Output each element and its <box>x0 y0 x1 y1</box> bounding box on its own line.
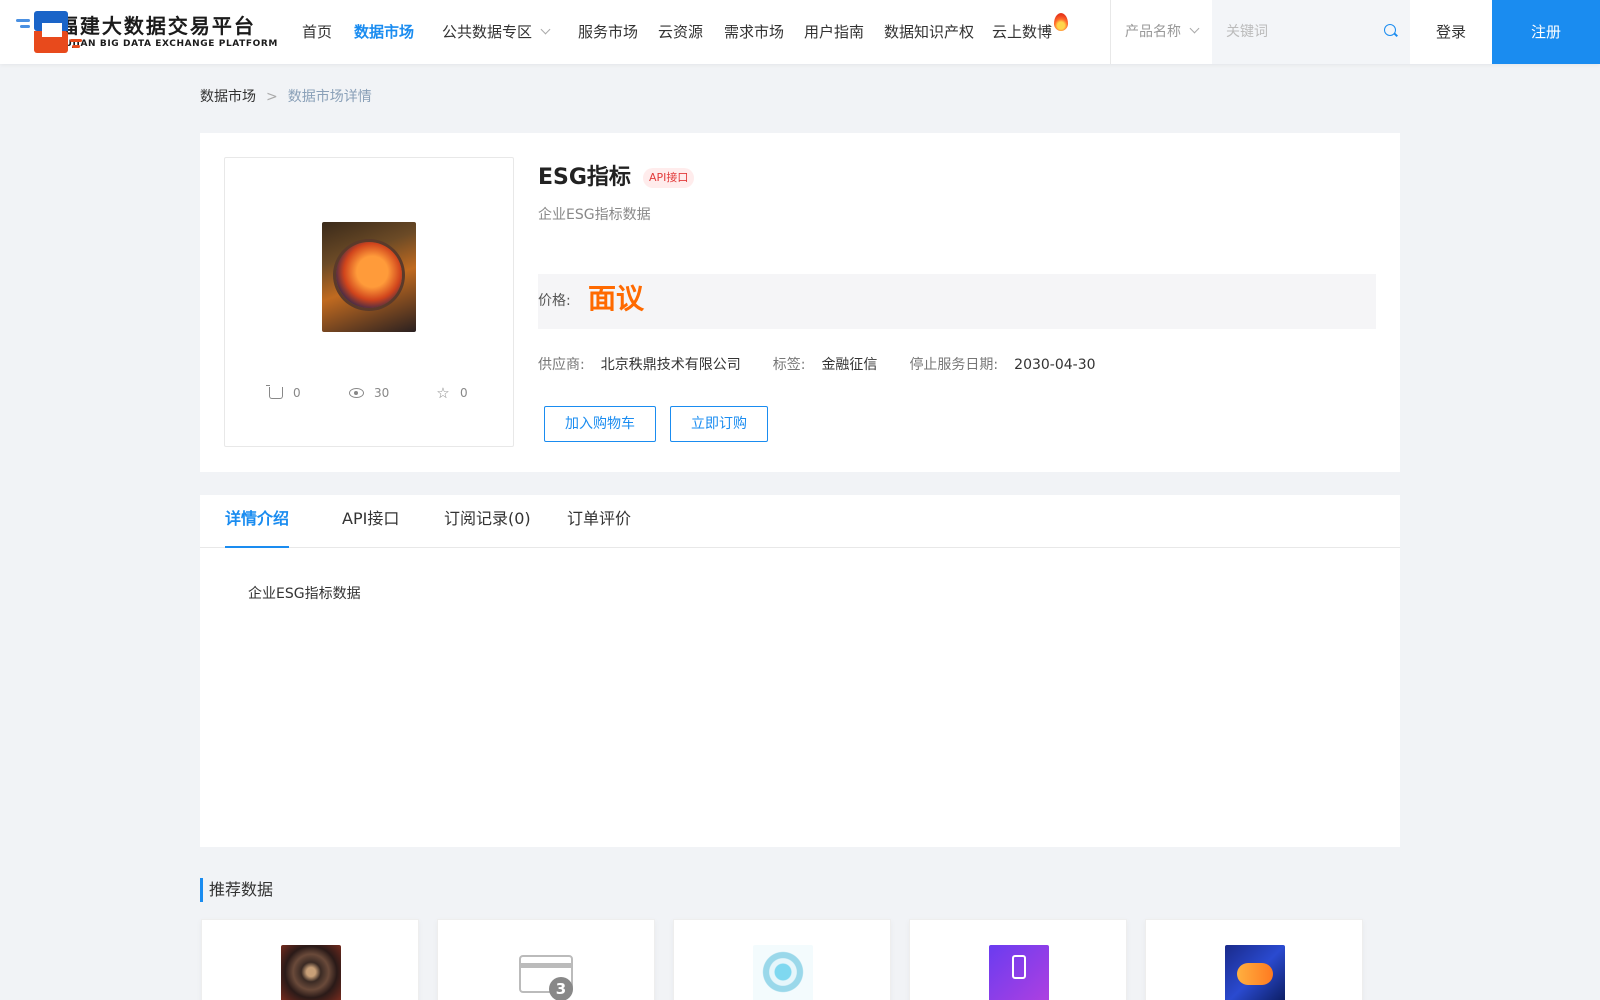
recommended-title: 推荐数据 <box>200 878 273 902</box>
star-icon[interactable]: ☆ <box>436 386 450 401</box>
price-band: 价格: 面议 <box>538 274 1376 329</box>
supplier-label: 供应商: <box>538 357 585 373</box>
end-date-label: 停止服务日期: <box>909 357 999 373</box>
nav-cloud-expo-label: 云上数博 <box>992 23 1053 41</box>
price-label: 价格: <box>538 293 571 309</box>
cart-count-value: 0 <box>293 386 301 400</box>
breadcrumb-separator: > <box>266 89 278 105</box>
recommended-image <box>1225 945 1285 1000</box>
recommended-card[interactable] <box>909 919 1127 1000</box>
cart-count: 0 <box>266 385 301 400</box>
view-count-value: 30 <box>374 386 390 400</box>
login-button[interactable]: 登录 <box>1410 0 1492 64</box>
recommended-card[interactable] <box>201 919 419 1000</box>
tag-label: 标签: <box>772 357 806 373</box>
subscribe-button[interactable]: 立即订购 <box>670 406 768 442</box>
nav-data-ip[interactable]: 数据知识产权 <box>884 0 974 64</box>
product-description: 企业ESG指标数据 <box>538 207 651 223</box>
tab-api[interactable]: API接口 <box>342 507 399 548</box>
tab-subscription-records[interactable]: 订阅记录(0) <box>444 507 531 548</box>
recommended-image: 3 <box>517 945 577 1000</box>
detail-tabs: 详情介绍 API接口 订阅记录(0) 订单评价 <box>200 495 1400 548</box>
nav-home[interactable]: 首页 <box>302 0 332 64</box>
recommended-card[interactable] <box>1145 919 1363 1000</box>
eye-icon <box>349 388 364 398</box>
search-icon[interactable] <box>1384 24 1396 36</box>
logo-subtitle: FUJIAN BIG DATA EXCHANGE PLATFORM <box>57 39 278 49</box>
nav-demand-market[interactable]: 需求市场 <box>724 0 784 64</box>
cart-icon <box>266 385 283 399</box>
nav-user-guide[interactable]: 用户指南 <box>804 0 864 64</box>
recommended-card[interactable]: 3 <box>437 919 655 1000</box>
nav-cloud-resources[interactable]: 云资源 <box>658 0 703 64</box>
tab-order-reviews[interactable]: 订单评价 <box>567 507 631 548</box>
platform-logo[interactable]: 福建大数据交易平台 FUJIAN BIG DATA EXCHANGE PLATF… <box>16 9 278 55</box>
product-image <box>322 222 416 332</box>
product-title: ESG指标 API接口 <box>538 163 695 193</box>
search-type-select[interactable]: 产品名称 <box>1125 0 1200 64</box>
recommended-image <box>989 945 1049 1000</box>
register-button[interactable]: 注册 <box>1492 0 1600 64</box>
chevron-down-icon <box>540 24 551 35</box>
nav-cloud-expo[interactable]: 云上数博 <box>992 0 1069 64</box>
search-box <box>1212 0 1410 64</box>
breadcrumb-current: 数据市场详情 <box>287 89 372 105</box>
search-type-label: 产品名称 <box>1125 24 1181 40</box>
logo-mark-icon <box>16 9 82 55</box>
favorite-count[interactable]: ☆ 0 <box>436 386 468 401</box>
price-value: 面议 <box>588 282 645 315</box>
add-to-cart-button[interactable]: 加入购物车 <box>544 406 656 442</box>
favorite-count-value: 0 <box>460 386 468 400</box>
nav-public-data[interactable]: 公共数据专区 <box>442 0 551 64</box>
search-input[interactable] <box>1226 20 1376 44</box>
breadcrumb-parent[interactable]: 数据市场 <box>200 86 256 108</box>
logo-title: 福建大数据交易平台 <box>57 14 256 38</box>
nav-service-market[interactable]: 服务市场 <box>578 0 638 64</box>
breadcrumb: 数据市场 > 数据市场详情 <box>200 86 372 108</box>
nav-public-data-label: 公共数据专区 <box>442 23 533 41</box>
recommended-image <box>281 945 341 1000</box>
tab-details[interactable]: 详情介绍 <box>225 507 290 548</box>
recommended-image <box>753 945 813 1000</box>
top-header: 福建大数据交易平台 FUJIAN BIG DATA EXCHANGE PLATF… <box>0 0 1600 64</box>
product-thumbnail-box: 0 30 ☆ 0 <box>224 157 514 447</box>
product-stats: 0 30 ☆ 0 <box>266 385 519 406</box>
recommended-card[interactable] <box>673 919 891 1000</box>
fire-icon <box>1054 13 1069 31</box>
end-date-value: 2030-04-30 <box>1014 357 1096 373</box>
product-title-text: ESG指标 <box>538 165 631 190</box>
tag-value: 金融征信 <box>821 357 878 373</box>
detail-content: 企业ESG指标数据 <box>248 586 361 602</box>
nav-data-market[interactable]: 数据市场 <box>354 0 414 64</box>
supplier-value: 北京秩鼎技术有限公司 <box>600 357 741 373</box>
chevron-down-icon <box>1189 23 1200 34</box>
view-count: 30 <box>349 386 389 400</box>
api-badge: API接口 <box>642 168 695 188</box>
product-card: 0 30 ☆ 0 ESG指标 API接口 企业ESG指标数据 价格: 面议 供应… <box>200 133 1400 472</box>
detail-panel: 详情介绍 API接口 订阅记录(0) 订单评价 企业ESG指标数据 <box>200 495 1400 847</box>
header-divider <box>1110 0 1111 64</box>
product-meta: 供应商: 北京秩鼎技术有限公司 标签: 金融征信 停止服务日期: 2030-04… <box>538 355 1096 375</box>
